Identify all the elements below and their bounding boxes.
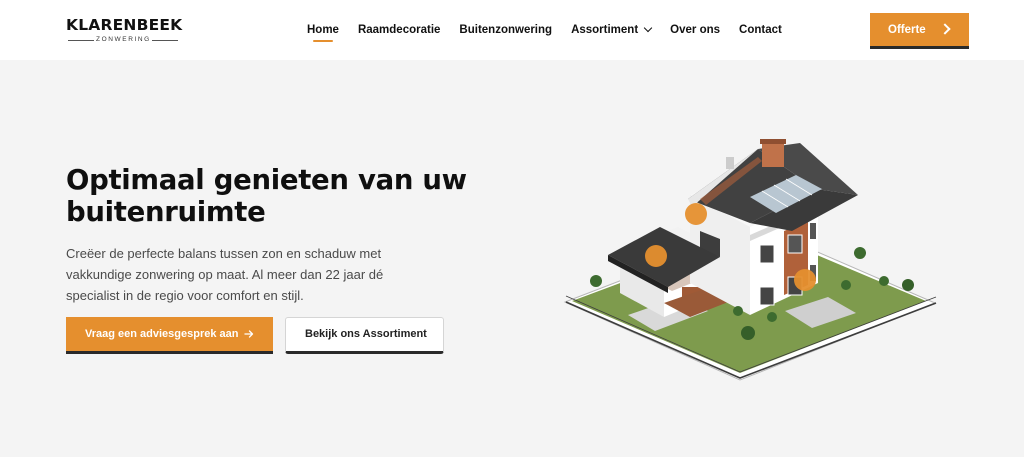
- site-header: KLARENBEEK ZONWERING Home Raamdecoratie …: [0, 0, 1024, 60]
- hero-title: Optimaal genieten van uw buitenruimte: [66, 164, 467, 228]
- logo-divider-left: [68, 40, 94, 41]
- hero-description: Creëer de perfecte balans tussen zon en …: [66, 246, 384, 303]
- advice-button[interactable]: Vraag een adviesgesprek aan: [66, 317, 273, 354]
- arrow-right-icon: [244, 330, 254, 338]
- chevron-down-icon: [643, 23, 653, 33]
- nav-item-contact[interactable]: Contact: [739, 20, 782, 40]
- assortment-button[interactable]: Bekijk ons Assortiment: [285, 317, 444, 354]
- nav-item-over-ons[interactable]: Over ons: [670, 20, 720, 40]
- logo-subtitle: ZONWERING: [96, 36, 151, 43]
- advice-button-label: Vraag een adviesgesprek aan: [85, 328, 239, 340]
- logo[interactable]: KLARENBEEK ZONWERING: [66, 16, 183, 44]
- nav-item-raamdecoratie[interactable]: Raamdecoratie: [358, 20, 440, 40]
- main-nav: Home Raamdecoratie Buitenzonwering Assor…: [300, 20, 801, 42]
- offerte-button-label: Offerte: [888, 24, 926, 36]
- nav-item-buitenzonwering[interactable]: Buitenzonwering: [459, 20, 552, 40]
- offerte-button[interactable]: Offerte: [870, 13, 969, 49]
- hero-section: Optimaal genieten van uw buitenruimte Cr…: [0, 60, 1024, 457]
- house-illustration: [563, 139, 937, 381]
- assortment-button-label: Bekijk ons Assortiment: [305, 328, 427, 340]
- logo-divider-right: [152, 40, 178, 41]
- nav-item-home[interactable]: Home: [307, 20, 339, 42]
- chevron-right-icon: [939, 23, 951, 35]
- nav-item-assortiment[interactable]: Assortiment: [571, 20, 653, 40]
- logo-title: KLARENBEEK: [66, 16, 183, 34]
